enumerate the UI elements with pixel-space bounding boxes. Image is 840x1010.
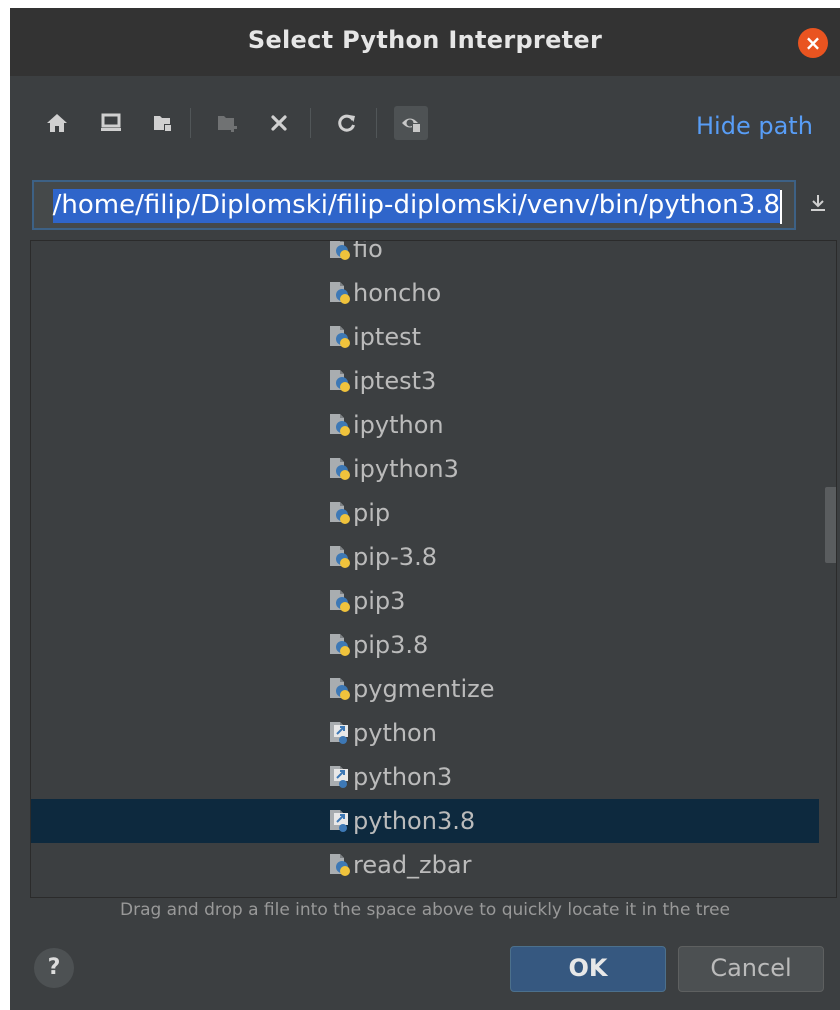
tree-item[interactable]: fio [31, 240, 819, 271]
toolbar-separator [190, 108, 191, 138]
tree-item[interactable]: pip [31, 491, 819, 535]
tree-item-label: pip3.8 [353, 631, 429, 659]
select-interpreter-dialog: Select Python Interpreter × Hide path /h… [10, 8, 840, 1010]
text-caret [780, 190, 782, 224]
drag-drop-hint: Drag and drop a file into the space abov… [119, 900, 731, 920]
project-folder-icon [154, 116, 172, 132]
tree-item[interactable]: pygmentize [31, 667, 819, 711]
python-script-icon [329, 281, 351, 305]
tree-item-label: ipython3 [353, 455, 459, 483]
tree-item-label: python3 [353, 763, 453, 791]
python-symlink-icon [329, 809, 351, 833]
tree-item-label: pip3 [353, 587, 406, 615]
python-script-icon [329, 501, 351, 525]
ok-button[interactable]: OK [510, 946, 666, 992]
tree-item-label: iptest [353, 323, 421, 351]
tree-item[interactable]: ipython [31, 403, 819, 447]
desktop-button[interactable] [94, 106, 128, 140]
toolbar-separator [310, 108, 311, 138]
python-symlink-icon [329, 765, 351, 789]
home-icon [47, 114, 67, 132]
path-input-value: /home/filip/Diplomski/filip-diplomski/ve… [52, 189, 780, 223]
home-button[interactable] [40, 106, 74, 140]
tree-item-label: python3.8 [353, 807, 476, 835]
python-symlink-icon [329, 721, 351, 745]
cancel-button[interactable]: Cancel [678, 946, 824, 992]
tree-item[interactable]: read_zbar [31, 843, 819, 887]
tree-item[interactable]: ipython3 [31, 447, 819, 491]
new-folder-button[interactable] [210, 106, 244, 140]
tree-item[interactable]: iptest [31, 315, 819, 359]
delete-button[interactable] [262, 106, 296, 140]
tree-item[interactable]: honcho [31, 271, 819, 315]
tree-item-label: fio [353, 240, 383, 263]
show-hidden-files-icon [402, 118, 421, 133]
tree-item-label: iptest3 [353, 367, 437, 395]
python-script-icon [329, 241, 351, 261]
tree-item[interactable]: pip3.8 [31, 623, 819, 667]
project-button[interactable] [146, 106, 180, 140]
tree-scrollbar-thumb[interactable] [825, 487, 836, 563]
tree-item[interactable]: pip3 [31, 579, 819, 623]
refresh-button[interactable] [330, 106, 364, 140]
dialog-title: Select Python Interpreter [247, 26, 603, 54]
desktop-icon [101, 113, 121, 131]
hide-path-link[interactable]: Hide path [696, 112, 813, 140]
tree-item-label: honcho [353, 279, 442, 307]
tree-item-label: pip [353, 499, 391, 527]
file-tree[interactable]: read_zbar python3.8 python3 python pygmentiz… [30, 240, 837, 898]
python-script-icon [329, 457, 351, 481]
python-script-icon [329, 369, 351, 393]
python-script-icon [329, 325, 351, 349]
python-script-icon [329, 853, 351, 877]
toolbar-separator [376, 108, 377, 138]
show-hidden-files-button[interactable] [394, 106, 428, 140]
path-download-button[interactable] [804, 186, 832, 220]
tree-item-label: pygmentize [353, 675, 495, 703]
tree-item[interactable]: python3.8 [31, 799, 819, 843]
python-script-icon [329, 633, 351, 657]
title-bar: Select Python Interpreter × [10, 8, 840, 76]
tree-item[interactable]: python3 [31, 755, 819, 799]
python-script-icon [329, 545, 351, 569]
download-icon [811, 195, 825, 211]
tree-item-label: ipython [353, 411, 444, 439]
tree-item[interactable]: python [31, 711, 819, 755]
help-button[interactable]: ? [34, 948, 74, 988]
tree-item-label: python [353, 719, 437, 747]
close-button[interactable]: × [798, 28, 828, 58]
file-chooser-toolbar: Hide path [10, 100, 840, 146]
tree-item[interactable]: iptest3 [31, 359, 819, 403]
python-script-icon [329, 413, 351, 437]
delete-icon [271, 115, 287, 131]
tree-item[interactable]: pip-3.8 [31, 535, 819, 579]
python-script-icon [329, 589, 351, 613]
refresh-icon [338, 114, 355, 132]
path-input[interactable]: /home/filip/Diplomski/filip-diplomski/ve… [32, 180, 796, 230]
tree-item-label: read_zbar [353, 851, 472, 879]
python-script-icon [329, 677, 351, 701]
tree-item-label: pip-3.8 [353, 543, 437, 571]
new-folder-icon [218, 116, 237, 132]
